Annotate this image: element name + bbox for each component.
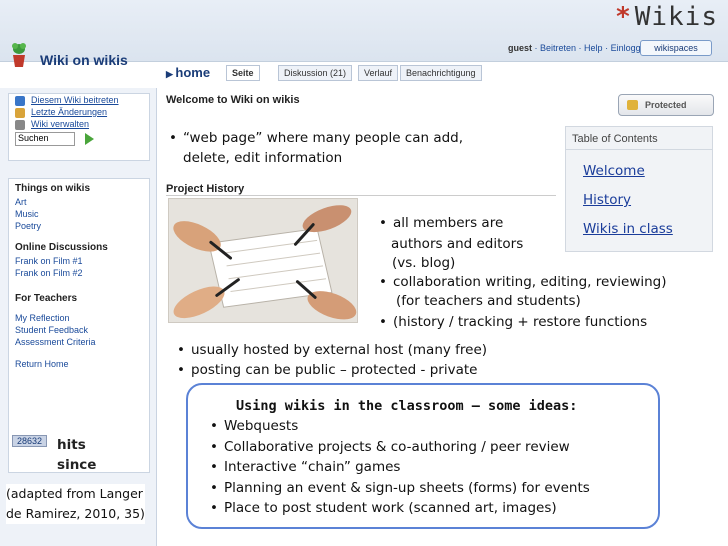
discussions-heading: Online Discussions bbox=[15, 242, 108, 253]
idea-item: Place to post student work (scanned art,… bbox=[210, 498, 557, 519]
sidebar-item-poetry[interactable]: Poetry bbox=[9, 220, 149, 232]
teachers-heading: For Teachers bbox=[15, 293, 78, 304]
slide-title: * Wikis bbox=[616, 2, 718, 32]
hit-label: hits since bbox=[57, 437, 97, 473]
manage-wiki-link[interactable]: Wiki verwalten bbox=[9, 118, 149, 130]
idea-item: Interactive “chain” games bbox=[210, 457, 400, 478]
join-link[interactable]: Beitreten bbox=[540, 43, 576, 53]
gear-icon bbox=[15, 120, 25, 130]
protected-button[interactable]: Protected bbox=[618, 94, 714, 116]
intro-bullet: “web page” where many people can add, de… bbox=[169, 128, 463, 168]
ideas-title: Using wikis in the classroom – some idea… bbox=[236, 398, 578, 414]
lock-icon bbox=[627, 100, 638, 110]
members-bullet: all members are bbox=[379, 214, 503, 233]
search-input[interactable]: Suchen bbox=[15, 132, 75, 146]
toc-heading: Table of Contents bbox=[566, 127, 712, 150]
user-bar: guest · Beitreten · Help · Einloggen bbox=[508, 43, 651, 53]
members-bullet-continued: authors and editors (vs. blog) bbox=[391, 236, 524, 271]
posting-bullet: posting can be public – protected - priv… bbox=[177, 360, 477, 380]
hands-writing-image bbox=[168, 198, 358, 323]
tab-history[interactable]: Verlauf bbox=[358, 65, 399, 81]
sidebar-item-return-home[interactable]: Return Home bbox=[9, 358, 149, 370]
search-go-icon[interactable] bbox=[85, 133, 94, 145]
sidebar-item-criteria[interactable]: Assessment Criteria bbox=[9, 336, 149, 348]
sidebar-navigation: Things on wikis Art Music Poetry Online … bbox=[8, 178, 150, 473]
slide: Wiki on wikis guest · Beitreten · Help ·… bbox=[0, 0, 728, 546]
hosted-bullet: usually hosted by external host (many fr… bbox=[177, 340, 487, 360]
join-wiki-link[interactable]: Diesem Wiki beitreten bbox=[9, 94, 149, 106]
sidebar-item-reflection[interactable]: My Reflection bbox=[9, 312, 149, 324]
tab-page[interactable]: Seite bbox=[226, 65, 260, 81]
collab-bullet: collaboration writing, editing, reviewin… bbox=[379, 273, 667, 311]
page-tabs: ▶ home Seite Diskussion (21) Verlauf Ben… bbox=[160, 63, 728, 85]
recent-changes-link[interactable]: Letzte Änderungen bbox=[9, 106, 149, 118]
sidebar-item-feedback[interactable]: Student Feedback bbox=[9, 324, 149, 336]
wiki-site-title[interactable]: Wiki on wikis bbox=[40, 52, 128, 68]
toc-link-wikis-in-class[interactable]: Wikis in class bbox=[583, 221, 673, 237]
sidebar-item-art[interactable]: Art bbox=[9, 196, 149, 208]
sidebar-actions: Diesem Wiki beitreten Letzte Änderungen … bbox=[8, 93, 150, 161]
sidebar-item-film-2[interactable]: Frank on Film #2 bbox=[9, 267, 149, 279]
hit-count: 28632 bbox=[12, 435, 48, 447]
tab-notifications[interactable]: Benachrichtigung bbox=[400, 65, 482, 81]
history-bullet: (history / tracking + restore functions bbox=[379, 312, 647, 332]
home-link[interactable]: ▶ home bbox=[166, 65, 210, 80]
help-link[interactable]: Help bbox=[584, 43, 603, 53]
toc-link-welcome[interactable]: Welcome bbox=[583, 163, 645, 179]
idea-item: Webquests bbox=[210, 416, 298, 437]
username: guest bbox=[508, 43, 533, 53]
sidebar: Diesem Wiki beitreten Letzte Änderungen … bbox=[0, 88, 157, 546]
calendar-icon bbox=[15, 108, 25, 118]
credit-text: (adapted from Langer de Ramirez, 2010, 3… bbox=[6, 484, 145, 524]
sidebar-item-film-1[interactable]: Frank on Film #1 bbox=[9, 255, 149, 267]
toc-link-history[interactable]: History bbox=[583, 192, 631, 208]
potted-plant-logo-icon bbox=[12, 43, 26, 67]
wikispaces-brand[interactable]: wikispaces bbox=[640, 40, 712, 56]
sidebar-item-music[interactable]: Music bbox=[9, 208, 149, 220]
join-icon bbox=[15, 96, 25, 106]
hit-counter: 28632 hits since bbox=[12, 435, 96, 473]
things-heading: Things on wikis bbox=[15, 183, 91, 194]
section-heading: Project History bbox=[166, 183, 556, 196]
page-title: Welcome to Wiki on wikis bbox=[166, 94, 300, 106]
idea-item: Planning an event & sign-up sheets (form… bbox=[210, 478, 590, 499]
tab-discussion[interactable]: Diskussion (21) bbox=[278, 65, 353, 81]
asterisk-icon: * bbox=[616, 2, 631, 32]
idea-item: Collaborative projects & co-authoring / … bbox=[210, 437, 570, 458]
